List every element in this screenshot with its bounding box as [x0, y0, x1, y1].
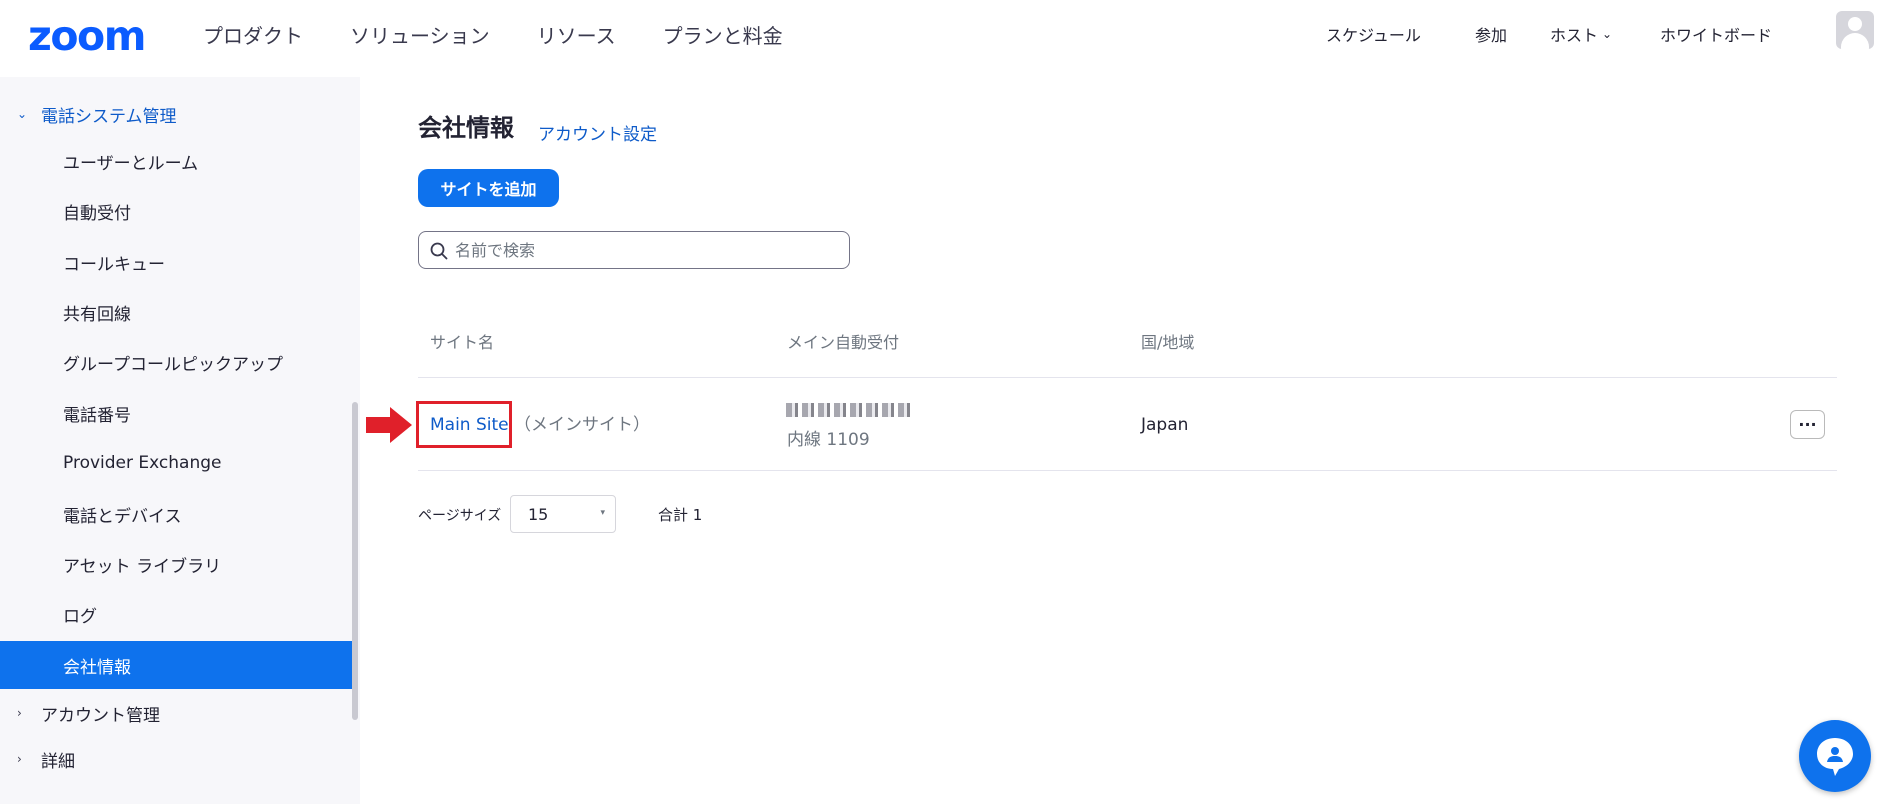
sidebar-item-phones-devices[interactable]: 電話とデバイス — [0, 490, 353, 538]
arrow-icon — [366, 407, 412, 443]
total-count: 合計 1 — [658, 506, 703, 524]
sidebar-item-label: アセット ライブラリ — [63, 556, 222, 577]
more-icon[interactable]: ··· — [1790, 410, 1825, 439]
table-divider — [418, 470, 1837, 471]
sidebar-section-details[interactable]: › 詳細 — [0, 739, 360, 779]
page-title: 会社情報 — [418, 114, 514, 142]
avatar-body — [1841, 33, 1869, 49]
sidebar-section-label: 詳細 — [41, 751, 75, 772]
account-settings-link[interactable]: アカウント設定 — [538, 120, 657, 145]
sidebar-item-phone-numbers[interactable]: 電話番号 — [0, 389, 353, 437]
sidebar: ⌄ 電話システム管理 ユーザーとルーム 自動受付 コールキュー 共有回線 グルー… — [0, 77, 360, 804]
sidebar-item-label: ログ — [63, 606, 97, 627]
sidebar-item-label: 共有回線 — [63, 304, 131, 325]
extension-number: 内線 1109 — [787, 430, 870, 450]
sidebar-item-label: 自動受付 — [63, 203, 131, 224]
sidebar-item-auto-receptionist[interactable]: 自動受付 — [0, 187, 353, 235]
site-note: （メインサイト） — [514, 415, 650, 435]
column-header-country[interactable]: 国/地域 — [1141, 332, 1194, 354]
search-box[interactable] — [418, 231, 850, 269]
sidebar-item-call-queue[interactable]: コールキュー — [0, 238, 353, 286]
table-divider — [418, 377, 1837, 378]
main-nav: プロダクト ソリューション リソース プランと料金 — [203, 22, 830, 50]
sidebar-section-label: アカウント管理 — [41, 705, 160, 726]
avatar-head — [1848, 17, 1862, 31]
chevron-right-icon: › — [17, 706, 22, 720]
sidebar-item-label: 電話番号 — [63, 405, 131, 426]
chevron-down-icon: ⌄ — [1602, 27, 1613, 41]
sidebar-section-account-management[interactable]: › アカウント管理 — [0, 693, 360, 733]
sidebar-item-label: グループコールピックアップ — [63, 354, 283, 375]
column-header-main-auto-receptionist[interactable]: メイン自動受付 — [787, 332, 899, 354]
site-name-link[interactable]: Main Site — [430, 413, 509, 437]
sidebar-item-label: Provider Exchange — [63, 453, 222, 473]
sidebar-item-provider-exchange[interactable]: Provider Exchange — [0, 439, 353, 487]
sidebar-item-label: 会社情報 — [63, 657, 131, 678]
page-size-label: ページサイズ — [418, 508, 502, 524]
sidebar-item-shared-lines[interactable]: 共有回線 — [0, 288, 353, 336]
chevron-down-icon: ▾ — [600, 508, 605, 518]
nav-host-label: ホスト — [1550, 26, 1599, 45]
country-value: Japan — [1141, 415, 1189, 435]
column-header-site-name[interactable]: サイト名 — [430, 332, 494, 354]
redacted-phone-number — [786, 403, 910, 417]
sidebar-item-label: コールキュー — [63, 254, 165, 275]
search-input[interactable] — [455, 236, 835, 264]
sidebar-item-label: ユーザーとルーム — [63, 153, 199, 174]
add-site-button[interactable]: サイトを追加 — [418, 169, 559, 207]
sidebar-item-users-rooms[interactable]: ユーザーとルーム — [0, 137, 353, 185]
nav-products[interactable]: プロダクト — [203, 22, 303, 50]
page-size-select[interactable]: 15 ▾ — [510, 495, 616, 533]
sidebar-item-logs[interactable]: ログ — [0, 590, 353, 638]
chevron-right-icon: › — [17, 752, 22, 766]
sidebar-section-label: 電話システム管理 — [41, 106, 177, 127]
nav-solutions[interactable]: ソリューション — [350, 22, 490, 50]
nav-plans[interactable]: プランと料金 — [663, 22, 783, 50]
sidebar-item-company-info[interactable]: 会社情報 — [0, 641, 353, 689]
sidebar-item-group-call-pickup[interactable]: グループコールピックアップ — [0, 338, 353, 386]
top-nav: zoom プロダクト ソリューション リソース プランと料金 スケジュール 参加… — [0, 0, 1891, 77]
chevron-down-icon: ⌄ — [17, 107, 28, 121]
zoom-logo[interactable]: zoom — [28, 14, 146, 58]
search-icon — [430, 242, 448, 260]
nav-resources[interactable]: リソース — [537, 22, 616, 50]
sidebar-section-phone-system[interactable]: ⌄ 電話システム管理 — [0, 94, 360, 134]
chat-bubble-icon — [1817, 738, 1853, 776]
sidebar-item-asset-library[interactable]: アセット ライブラリ — [0, 540, 353, 588]
sidebar-scrollbar[interactable] — [352, 402, 358, 720]
sidebar-item-label: 電話とデバイス — [63, 506, 182, 527]
page-size-value: 15 — [528, 505, 549, 524]
avatar-icon[interactable] — [1836, 11, 1874, 49]
chat-icon[interactable] — [1799, 720, 1871, 792]
